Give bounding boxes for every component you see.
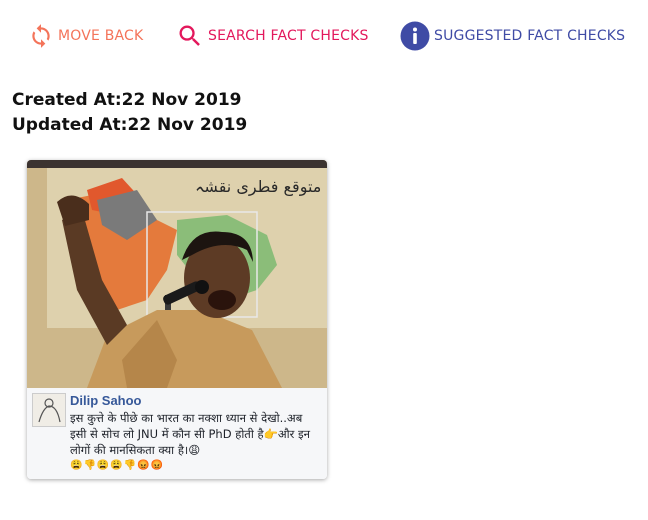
timestamps: Created At:22 Nov 2019 Updated At:22 Nov…	[12, 88, 247, 138]
move-back-button[interactable]: MOVE BACK	[28, 16, 143, 56]
suggested-fact-checks-label: SUGGESTED FACT CHECKS	[434, 28, 626, 44]
post-text: इस कुत्ते के पीछे का भारत का नक्शा ध्यान…	[70, 411, 311, 457]
search-fact-checks-label: SEARCH FACT CHECKS	[208, 28, 369, 44]
suggested-fact-checks-button[interactable]: SUGGESTED FACT CHECKS	[400, 16, 625, 56]
social-post: Dilip Sahoo इस कुत्ते के पीछे का भारत का…	[27, 388, 327, 479]
search-fact-checks-button[interactable]: SEARCH FACT CHECKS	[176, 16, 369, 56]
move-back-label: MOVE BACK	[58, 28, 144, 44]
refresh-arrows-icon	[28, 23, 54, 49]
updated-at: Updated At:22 Nov 2019	[12, 115, 248, 135]
banner-urdu-text: کا متوقع فطری نقشہ	[195, 177, 327, 197]
fact-check-card[interactable]: کا متوقع فطری نقشہ Dilip Sahoo इस कुत्ते…	[27, 160, 327, 479]
avatar	[32, 393, 66, 427]
post-emojis: 😩👎😩😩👎😡😡	[70, 460, 165, 471]
created-at: Created At:22 Nov 2019	[12, 90, 242, 110]
post-author: Dilip Sahoo	[70, 393, 142, 408]
search-icon	[176, 22, 204, 50]
info-icon	[400, 21, 430, 51]
toolbar: MOVE BACK SEARCH FACT CHECKS SUGGESTED F…	[0, 16, 648, 56]
fact-check-image: کا متوقع فطری نقشہ	[27, 160, 327, 388]
